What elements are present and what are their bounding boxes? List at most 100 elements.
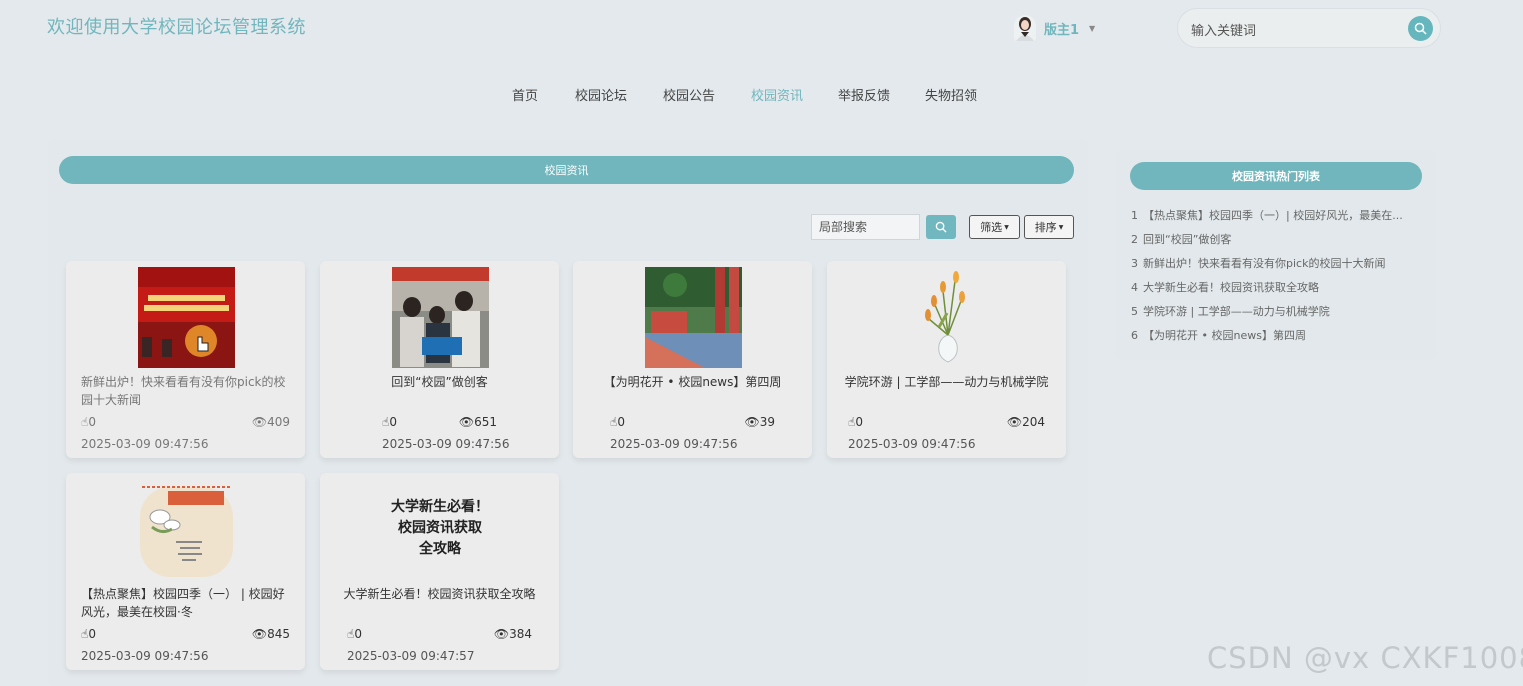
views-count: 👁845 <box>252 626 290 642</box>
hot-item-number: 4 <box>1131 281 1138 294</box>
hot-list-item[interactable]: 5 学院环游 | 工学部——动力与机械学院 <box>1131 304 1330 320</box>
hot-list-title: 校园资讯热门列表 <box>1232 170 1320 183</box>
nav-forum[interactable]: 校园论坛 <box>575 88 627 106</box>
username: 版主1 <box>1044 22 1080 38</box>
chevron-down-icon: ▼ <box>1089 23 1096 33</box>
likes-count[interactable]: ☝0 <box>81 626 96 642</box>
hot-item-text: 回到“校园”做创客 <box>1143 233 1232 246</box>
news-title[interactable]: 【热点聚焦】校园四季（一） | 校园好风光，最美在校园·冬 <box>81 585 290 621</box>
sort-dropdown[interactable]: 排序 ▼ <box>1024 215 1074 239</box>
news-title[interactable]: 回到“校园”做创客 <box>335 373 544 391</box>
likes-value: 0 <box>389 415 397 429</box>
news-title[interactable]: 【为明花开 • 校园news】第四周 <box>588 373 797 391</box>
likes-count[interactable]: ☝0 <box>347 626 362 642</box>
news-date: 2025-03-09 09:47:56 <box>610 437 738 451</box>
search-icon <box>935 221 947 233</box>
likes-value: 0 <box>855 415 863 429</box>
news-image: 大学新生必看！ 校园资讯获取 全攻略 <box>380 497 500 567</box>
views-count: 👁204 <box>1007 414 1045 430</box>
views-count: 👁651 <box>459 414 497 430</box>
views-value: 39 <box>759 415 775 429</box>
eye-icon: 👁 <box>493 627 510 641</box>
likes-value: 0 <box>354 627 362 641</box>
eye-icon: 👁 <box>251 627 268 641</box>
likes-count[interactable]: ☝0 <box>81 414 96 430</box>
hot-item-number: 5 <box>1131 305 1138 318</box>
news-card[interactable]: 学院环游 | 工学部——动力与机械学院 ☝0 👁204 2025-03-09 0… <box>827 261 1066 458</box>
section-title-bar: 校园资讯 <box>59 156 1074 184</box>
hot-list-title-bar: 校园资讯热门列表 <box>1130 162 1422 190</box>
filter-dropdown[interactable]: 筛选 ▼ <box>969 215 1020 239</box>
local-search-button[interactable] <box>926 215 956 239</box>
views-value: 204 <box>1022 415 1045 429</box>
site-title: 欢迎使用大学校园论坛管理系统 <box>47 17 306 38</box>
eye-icon: 👁 <box>1006 415 1023 429</box>
hot-item-text: 学院环游 | 工学部——动力与机械学院 <box>1143 305 1330 318</box>
search-button[interactable] <box>1408 16 1433 41</box>
news-date: 2025-03-09 09:47:56 <box>81 649 209 663</box>
avatar <box>1014 15 1036 41</box>
hot-item-text: 【为明花开 • 校园news】第四周 <box>1143 329 1306 342</box>
news-date: 2025-03-09 09:47:56 <box>848 437 976 451</box>
views-count: 👁384 <box>494 626 532 642</box>
eye-icon: 👁 <box>251 415 268 429</box>
local-search-input[interactable]: 局部搜索 <box>811 214 920 240</box>
news-title[interactable]: 新鲜出炉！快来看看有没有你pick的校园十大新闻 <box>81 373 290 409</box>
search-input[interactable]: 输入关键词 <box>1191 20 1256 39</box>
views-value: 845 <box>267 627 290 641</box>
news-image <box>899 267 996 368</box>
hot-list-item[interactable]: 6 【为明花开 • 校园news】第四周 <box>1131 328 1306 344</box>
views-count: 👁39 <box>744 414 775 430</box>
likes-count[interactable]: ☝0 <box>610 414 625 430</box>
chevron-down-icon: ▼ <box>1004 223 1009 231</box>
news-card[interactable]: 大学新生必看！ 校园资讯获取 全攻略 大学新生必看！校园资讯获取全攻略 ☝0 👁… <box>320 473 559 670</box>
news-card[interactable]: 新鲜出炉！快来看看有没有你pick的校园十大新闻 ☝0 👁409 2025-03… <box>66 261 305 458</box>
likes-value: 0 <box>617 415 625 429</box>
news-title[interactable]: 大学新生必看！校园资讯获取全攻略 <box>335 585 544 603</box>
news-image <box>392 267 489 368</box>
hot-item-text: 【热点聚焦】校园四季（一）| 校园好风光，最美在... <box>1143 209 1403 222</box>
hot-item-number: 6 <box>1131 329 1138 342</box>
user-menu[interactable]: 版主1 ▼ <box>1014 14 1095 42</box>
hot-item-text: 大学新生必看！校园资讯获取全攻略 <box>1143 281 1319 294</box>
nav-notice[interactable]: 校园公告 <box>663 88 715 106</box>
hot-list-item[interactable]: 1 【热点聚焦】校园四季（一）| 校园好风光，最美在... <box>1131 208 1403 224</box>
hot-item-text: 新鲜出炉！快来看看有没有你pick的校园十大新闻 <box>1143 257 1386 270</box>
likes-count[interactable]: ☝0 <box>382 414 397 430</box>
chevron-down-icon: ▼ <box>1058 223 1064 231</box>
news-card[interactable]: 回到“校园”做创客 ☝0 👁651 2025-03-09 09:47:56 <box>320 261 559 458</box>
likes-count[interactable]: ☝0 <box>848 414 863 430</box>
image-text-line: 大学新生必看！ <box>391 499 489 515</box>
news-date: 2025-03-09 09:47:56 <box>382 437 510 451</box>
nav-lost-found[interactable]: 失物招领 <box>925 88 977 106</box>
views-count: 👁409 <box>252 414 290 430</box>
news-image <box>138 267 235 368</box>
news-date: 2025-03-09 09:47:57 <box>347 649 475 663</box>
news-title[interactable]: 学院环游 | 工学部——动力与机械学院 <box>842 373 1051 391</box>
nav-news[interactable]: 校园资讯 <box>751 88 803 106</box>
likes-value: 0 <box>88 415 96 429</box>
views-value: 409 <box>267 415 290 429</box>
hot-list-item[interactable]: 2 回到“校园”做创客 <box>1131 232 1231 248</box>
views-value: 651 <box>474 415 497 429</box>
nav-report[interactable]: 举报反馈 <box>838 88 890 106</box>
watermark: CSDN @vx CXKF10088 <box>1207 641 1523 675</box>
news-image <box>138 483 235 577</box>
image-text-line: 校园资讯获取 <box>398 520 482 536</box>
main-nav: 首页 校园论坛 校园公告 校园资讯 举报反馈 失物招领 <box>0 88 1523 108</box>
news-card[interactable]: 【为明花开 • 校园news】第四周 ☝0 👁39 2025-03-09 09:… <box>573 261 812 458</box>
news-image <box>645 267 742 368</box>
search-icon <box>1414 22 1427 35</box>
section-title: 校园资讯 <box>544 164 589 177</box>
hot-list-item[interactable]: 3 新鲜出炉！快来看看有没有你pick的校园十大新闻 <box>1131 256 1385 272</box>
search-bar[interactable]: 输入关键词 <box>1177 8 1441 48</box>
views-value: 384 <box>509 627 532 641</box>
hot-list-item[interactable]: 4 大学新生必看！校园资讯获取全攻略 <box>1131 280 1319 296</box>
news-card[interactable]: 【热点聚焦】校园四季（一） | 校园好风光，最美在校园·冬 ☝0 👁845 20… <box>66 473 305 670</box>
hot-item-number: 2 <box>1131 233 1138 246</box>
hot-item-number: 1 <box>1131 209 1138 222</box>
filter-label: 筛选 <box>980 221 1003 234</box>
image-text-line: 全攻略 <box>419 541 461 557</box>
news-date: 2025-03-09 09:47:56 <box>81 437 209 451</box>
nav-home[interactable]: 首页 <box>512 88 538 106</box>
